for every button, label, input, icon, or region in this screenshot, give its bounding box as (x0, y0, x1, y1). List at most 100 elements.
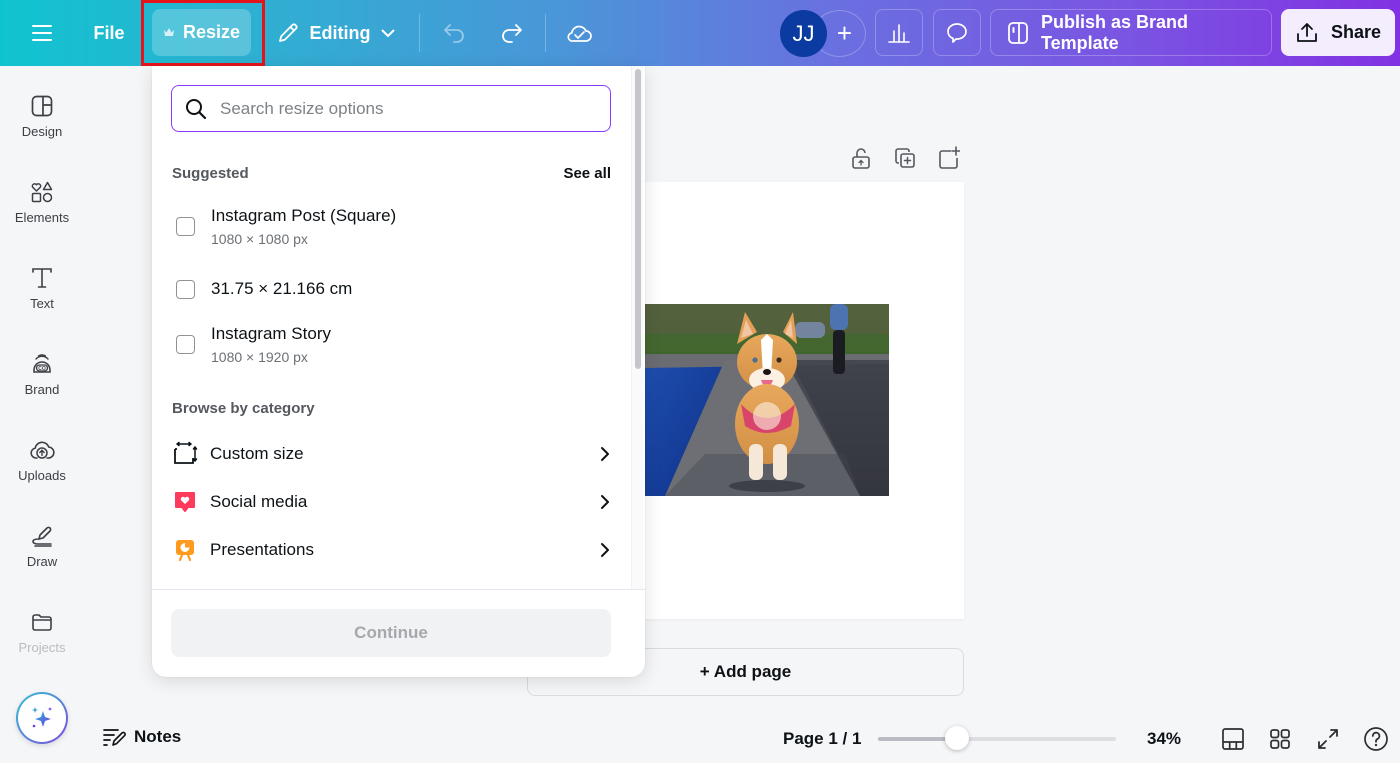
resize-highlight-box (141, 0, 265, 66)
notes-button[interactable]: Notes (102, 726, 181, 748)
custom-size-icon (172, 441, 198, 467)
editing-label: Editing (309, 22, 371, 43)
magic-assistant-button[interactable] (16, 692, 68, 744)
zoom-slider[interactable] (878, 726, 1118, 752)
top-toolbar: File Resize Editing + JJ Publish as Bran… (0, 0, 1400, 66)
zoom-slider-thumb[interactable] (945, 726, 969, 750)
option-checkbox[interactable] (176, 335, 195, 354)
unlock-icon[interactable] (850, 146, 872, 174)
fullscreen-button[interactable] (1314, 725, 1342, 753)
sidebar-item-label: Brand (24, 382, 60, 397)
user-avatar[interactable]: JJ (780, 10, 827, 57)
resize-search-field[interactable] (171, 85, 611, 132)
option-dimensions: 1080 × 1080 px (211, 231, 308, 247)
sidebar-item-projects[interactable]: Projects (0, 610, 84, 680)
corgi-photo[interactable] (645, 304, 889, 496)
sidebar-item-brand[interactable]: CO Brand (0, 352, 84, 422)
file-menu-button[interactable]: File (86, 10, 132, 56)
help-icon (1363, 726, 1389, 752)
save-status-button[interactable] (560, 10, 598, 56)
publish-label: Publish as Brand Template (1041, 11, 1189, 53)
sidebar-item-elements[interactable]: Elements (0, 180, 84, 250)
chevron-right-icon (600, 446, 610, 462)
sidebar-item-label: Design (21, 124, 63, 139)
category-label: Custom size (210, 444, 304, 463)
suggested-option[interactable]: 31.75 × 21.166 cm (176, 279, 352, 299)
projects-icon (30, 610, 54, 634)
grid-view-button[interactable] (1266, 725, 1294, 753)
bar-chart-icon (887, 22, 911, 44)
option-dimensions: 1080 × 1920 px (211, 349, 308, 365)
sidebar-item-design[interactable]: Design (0, 94, 84, 164)
pencil-icon (276, 21, 300, 45)
undo-icon (443, 23, 467, 43)
sidebar-item-uploads[interactable]: Uploads (0, 438, 84, 508)
hamburger-icon (32, 24, 52, 42)
continue-button[interactable]: Continue (171, 609, 611, 657)
left-sidebar: Design Elements Text CO Brand Uploads Dr… (0, 66, 84, 763)
browse-category-heading: Browse by category (172, 400, 315, 417)
redo-button[interactable] (492, 10, 530, 56)
zoom-percentage[interactable]: 34% (1147, 729, 1181, 749)
search-icon (184, 97, 208, 121)
main-menu-button[interactable] (22, 10, 62, 56)
share-button[interactable]: Share (1281, 9, 1395, 56)
duplicate-page-icon[interactable] (894, 146, 916, 174)
plus-icon: + (836, 18, 852, 48)
option-checkbox[interactable] (176, 279, 195, 299)
resize-search-input[interactable] (220, 98, 600, 119)
brand-template-icon (1007, 21, 1029, 45)
suggested-option[interactable]: Instagram Story 1080 × 1920 px (176, 324, 331, 365)
comment-icon (945, 21, 969, 45)
see-all-link[interactable]: See all (563, 165, 611, 182)
sparkles-icon (29, 705, 55, 731)
avatar-initials: JJ (792, 20, 815, 46)
option-title: Instagram Post (Square) (211, 206, 397, 225)
panel-divider (152, 589, 645, 590)
suggested-option[interactable]: Instagram Post (Square) 1080 × 1080 px (176, 206, 396, 247)
share-label: Share (1330, 22, 1382, 42)
chevron-right-icon (600, 542, 610, 558)
sidebar-item-draw[interactable]: Draw (0, 524, 84, 594)
thumbnail-view-button[interactable] (1219, 725, 1247, 753)
option-title: 31.75 × 21.166 cm (211, 279, 353, 298)
elements-icon (30, 180, 54, 204)
category-label: Presentations (210, 540, 314, 559)
chevron-down-icon (381, 29, 395, 38)
category-custom-size[interactable]: Custom size (172, 434, 610, 474)
grid-view-icon (1269, 728, 1291, 750)
uploads-icon (29, 438, 55, 462)
sidebar-item-label: Elements (14, 210, 70, 225)
page-tools (850, 146, 960, 174)
text-icon (30, 266, 54, 290)
panel-scrollbar-thumb[interactable] (635, 69, 641, 369)
fullscreen-icon (1317, 728, 1339, 750)
brand-icon: CO (30, 352, 54, 376)
category-presentations[interactable]: Presentations (172, 530, 610, 570)
design-icon (30, 94, 54, 118)
page-indicator[interactable]: Page 1 / 1 (783, 729, 861, 749)
add-page-label: + Add page (699, 662, 792, 681)
sidebar-item-label: Text (30, 296, 54, 311)
undo-button[interactable] (436, 10, 474, 56)
add-page-icon[interactable] (938, 146, 960, 174)
option-checkbox[interactable] (176, 217, 195, 236)
sidebar-item-label: Draw (26, 554, 58, 569)
sidebar-item-text[interactable]: Text (0, 266, 84, 336)
category-social-media[interactable]: Social media (172, 482, 610, 522)
draw-icon (30, 524, 54, 548)
sidebar-item-label: Uploads (18, 468, 66, 483)
resize-panel: Suggested See all Instagram Post (Square… (152, 66, 645, 677)
help-button[interactable] (1362, 725, 1390, 753)
svg-text:CO: CO (38, 366, 46, 372)
social-media-icon (172, 489, 198, 515)
cloud-check-icon (565, 22, 593, 44)
insights-button[interactable] (875, 9, 923, 56)
editing-mode-dropdown[interactable]: Editing (272, 10, 398, 56)
suggested-heading: Suggested (172, 165, 249, 182)
comments-button[interactable] (933, 9, 981, 56)
share-upload-icon (1295, 21, 1319, 45)
publish-brand-template-button[interactable]: Publish as Brand Template (990, 9, 1272, 56)
option-title: Instagram Story (211, 324, 331, 343)
toolbar-divider (419, 14, 420, 52)
